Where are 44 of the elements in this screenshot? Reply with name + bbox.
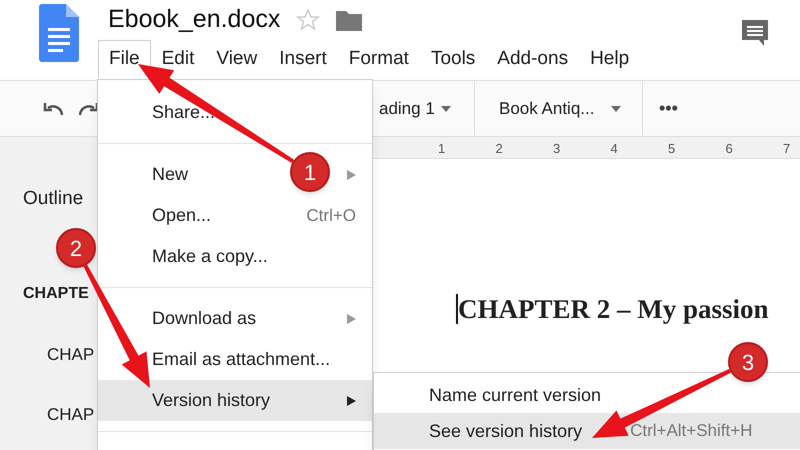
font-dropdown[interactable]: Book Antiq...	[499, 96, 611, 122]
comment-icon[interactable]	[740, 18, 770, 48]
menu-option[interactable]: Open...	[152, 202, 212, 229]
menu-item[interactable]: View	[205, 40, 268, 78]
menu-item[interactable]: Edit	[150, 40, 206, 78]
menu-item[interactable]: Format	[338, 40, 420, 78]
outline-item[interactable]: CHAP	[23, 402, 94, 444]
folder-icon[interactable]	[336, 9, 362, 31]
submenu-option[interactable]: See version history Ctrl+Alt+Shift+H	[374, 413, 800, 449]
more-button[interactable]: •••	[659, 95, 678, 122]
ruler-number: 1	[438, 140, 446, 158]
ruler-number: 6	[726, 140, 733, 158]
ruler-number: 5	[668, 140, 676, 158]
caret-icon[interactable]	[611, 106, 621, 112]
menu-item[interactable]: Insert	[268, 40, 338, 78]
chapter-heading: CHAPTER 2 – My passion	[458, 293, 769, 326]
outline-title: Outline	[23, 187, 84, 211]
menu-option[interactable]: Download as	[152, 305, 256, 332]
outline-item[interactable]: CHAPTE	[23, 282, 89, 324]
outline-item[interactable]: CHAP	[23, 342, 94, 384]
menu-item[interactable]: Add-ons	[486, 40, 580, 78]
ruler-number: 7	[783, 140, 790, 158]
style-dropdown[interactable]: ading 1	[379, 96, 441, 122]
star-icon[interactable]	[296, 8, 320, 32]
menu-item[interactable]: File	[98, 40, 151, 78]
undo-icon[interactable]	[42, 100, 66, 116]
document-icon	[39, 4, 79, 62]
ruler[interactable]: 1 2 3 4 5 6 7	[370, 137, 800, 159]
text-cursor	[456, 294, 458, 324]
caret-icon[interactable]	[441, 106, 451, 112]
menu-option[interactable]: New	[152, 161, 188, 188]
menu-item[interactable]: Tools	[420, 40, 486, 78]
menu-option[interactable]: Make a copy...	[152, 243, 268, 270]
shortcut-text: Ctrl+Alt+Shift+H	[630, 420, 752, 442]
menu-item[interactable]: Help	[579, 40, 640, 78]
menu-option[interactable]: Share...	[152, 99, 216, 126]
menu-option[interactable]: Version history	[98, 380, 372, 421]
ruler-number: 4	[610, 140, 618, 158]
document-title[interactable]: Ebook_en.docx	[108, 1, 280, 39]
ruler-number: 2	[496, 140, 503, 158]
redo-icon[interactable]	[76, 100, 100, 116]
shortcut-text: Ctrl+O	[306, 204, 356, 227]
menu-option[interactable]: Email as attachment...	[152, 346, 330, 373]
ruler-number: 3	[553, 140, 560, 158]
